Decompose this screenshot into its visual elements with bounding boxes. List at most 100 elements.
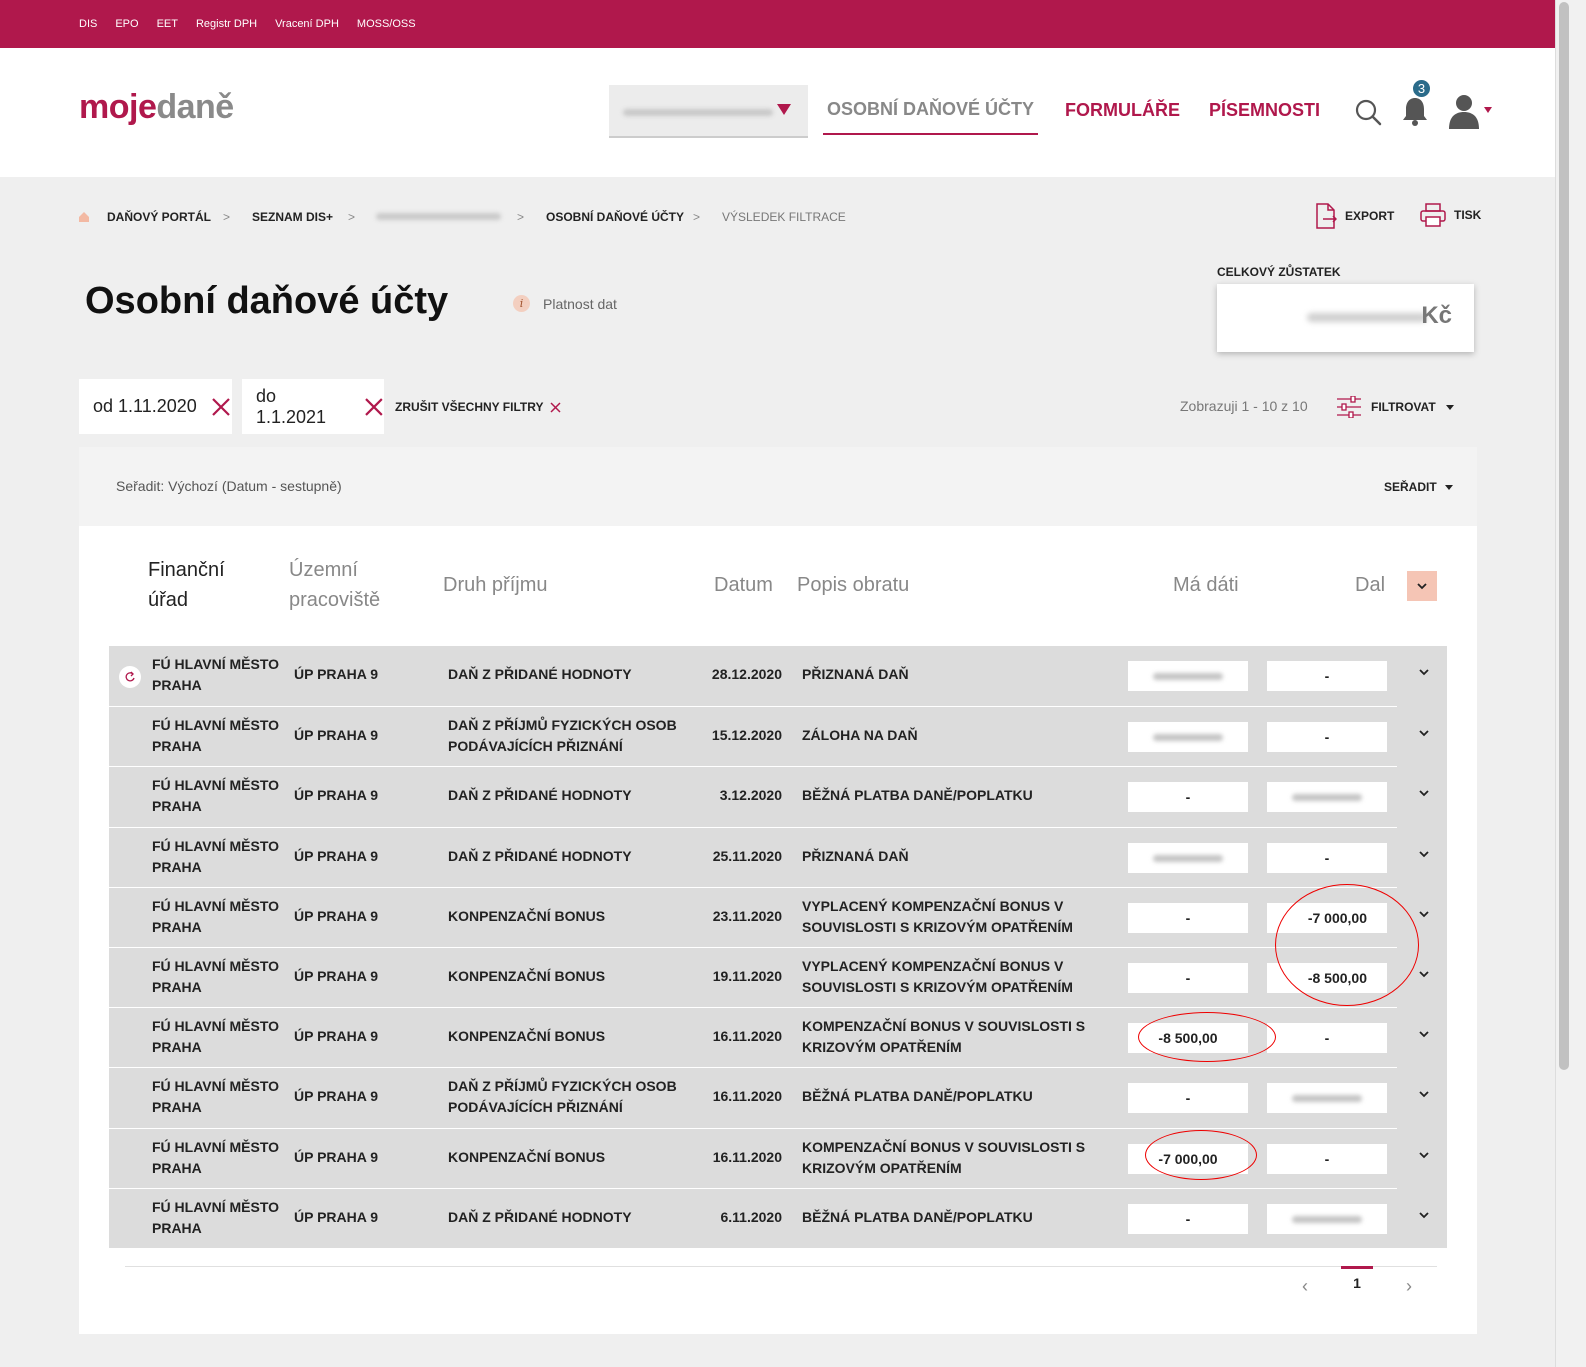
pagination-prev-button[interactable]: ‹ <box>1302 1276 1308 1297</box>
breadcrumb-osobni-danove-ucty[interactable]: OSOBNÍ DAŇOVÉ ÚČTY <box>546 210 684 224</box>
table-row[interactable]: FÚ HLAVNÍ MĚSTO PRAHA ÚP PRAHA 9 DAŇ Z PŘÍJ… <box>109 1067 1429 1127</box>
breadcrumb-danovy-portal[interactable]: DAŇOVÝ PORTÁL <box>107 210 211 224</box>
table-row[interactable]: FÚ HLAVNÍ MĚSTO PRAHA ÚP PRAHA 9 KONPENZAČN… <box>109 1128 1429 1188</box>
cell-description: ZÁLOHA NA DAŇ <box>802 725 918 746</box>
home-icon[interactable] <box>78 211 90 223</box>
table-row[interactable]: FÚ HLAVNÍ MĚSTO PRAHA ÚP PRAHA 9 DAŇ Z PŘID… <box>109 827 1429 887</box>
table-row[interactable]: FÚ HLAVNÍ MĚSTO PRAHA ÚP PRAHA 9 KONPENZAČN… <box>109 887 1429 947</box>
search-icon[interactable] <box>1354 98 1382 126</box>
chevron-down-icon[interactable] <box>1419 970 1429 978</box>
top-link-eet[interactable]: EET <box>157 18 178 30</box>
cell-income-type: KONPENZAČNÍ BONUS <box>448 906 605 927</box>
col-header-date[interactable]: Datum <box>714 570 773 600</box>
chevron-down-icon[interactable] <box>1419 1211 1429 1219</box>
redacted-amount <box>1292 793 1362 801</box>
chevron-down-icon[interactable] <box>1419 729 1429 737</box>
col-header-income-type[interactable]: Druh příjmu <box>443 570 547 600</box>
cell-workplace: ÚP PRAHA 9 <box>294 727 379 743</box>
breadcrumb-redacted-subject[interactable] <box>376 213 501 220</box>
chevron-down-icon[interactable] <box>1419 850 1429 858</box>
col-header-office[interactable]: Finanční úřad <box>148 555 225 615</box>
chevron-down-icon[interactable] <box>1419 789 1429 797</box>
table-row[interactable]: FÚ HLAVNÍ MĚSTO PRAHA ÚP PRAHA 9 DAŇ Z PŘÍJ… <box>109 706 1429 766</box>
table-row[interactable]: FÚ HLAVNÍ MĚSTO PRAHA ÚP PRAHA 9 KONPENZAČN… <box>109 947 1429 1007</box>
redacted-amount <box>1292 1215 1362 1223</box>
close-icon[interactable] <box>211 397 231 417</box>
top-link-moss-oss[interactable]: MOSS/OSS <box>357 18 416 30</box>
subject-select[interactable] <box>609 85 808 138</box>
col-header-description[interactable]: Popis obratu <box>797 570 909 600</box>
user-icon[interactable] <box>1447 93 1493 129</box>
filter-button[interactable]: FILTROVAT <box>1337 396 1454 418</box>
logo-part-1: moje <box>79 88 157 126</box>
nav-pisemnosti[interactable]: PÍSEMNOSTI <box>1209 85 1320 135</box>
cell-date: 16.11.2020 <box>712 1088 782 1104</box>
col-header-credit[interactable]: Dal <box>1355 570 1385 600</box>
cell-debit: - <box>1128 903 1248 933</box>
cell-description: PŘIZNANÁ DAŇ <box>802 664 909 685</box>
nav-formulare[interactable]: FORMULÁŘE <box>1065 85 1180 135</box>
clear-all-filters-label: ZRUŠIT VŠECHNY FILTRY <box>395 400 544 414</box>
cell-debit <box>1128 722 1248 752</box>
cell-office: FÚ HLAVNÍ MĚSTO PRAHA <box>152 956 279 998</box>
data-validity[interactable]: i Platnost dat <box>513 295 617 312</box>
table-row[interactable]: FÚ HLAVNÍ MĚSTO PRAHA ÚP PRAHA 9 DAŇ Z PŘID… <box>109 646 1429 706</box>
cell-office-line: FÚ HLAVNÍ MĚSTO <box>152 958 280 974</box>
export-label: EXPORT <box>1345 209 1395 223</box>
table-row[interactable]: FÚ HLAVNÍ MĚSTO PRAHA ÚP PRAHA 9 KONPENZAČN… <box>109 1007 1429 1067</box>
top-link-dis[interactable]: DIS <box>79 18 97 30</box>
cell-income-type-line: KONPENZAČNÍ BONUS <box>448 1028 606 1044</box>
cell-description: BĚŽNÁ PLATBA DANĚ/POPLATKU <box>802 785 1033 806</box>
top-link-epo[interactable]: EPO <box>115 18 138 30</box>
bell-icon[interactable] <box>1402 96 1428 126</box>
cell-workplace: ÚP PRAHA 9 <box>294 908 379 924</box>
expand-all-button[interactable] <box>1407 571 1437 601</box>
col-header-workplace[interactable]: Územní pracoviště <box>289 555 380 615</box>
cell-debit: -7 000,00 <box>1128 1144 1248 1174</box>
cell-office-line: PRAHA <box>152 859 202 875</box>
cell-workplace: ÚP PRAHA 9 <box>294 1088 379 1104</box>
col-header-debit[interactable]: Má dáti <box>1173 570 1239 600</box>
cell-credit: - <box>1267 1144 1387 1174</box>
col-header-workplace-line2: pracoviště <box>289 589 381 611</box>
refresh-icon[interactable] <box>119 666 141 688</box>
table-row[interactable]: FÚ HLAVNÍ MĚSTO PRAHA ÚP PRAHA 9 DAŇ Z PŘID… <box>109 1188 1429 1248</box>
cell-credit: - <box>1267 843 1387 873</box>
print-button[interactable]: TISK <box>1420 203 1481 227</box>
cell-date: 6.11.2020 <box>720 1209 782 1225</box>
logo-part-2: daně <box>156 88 234 126</box>
cell-income-type-line: DAŇ Z PŘÍJMŮ FYZICKÝCH OSOB <box>448 1078 677 1094</box>
cell-office: FÚ HLAVNÍ MĚSTO PRAHA <box>152 1197 279 1239</box>
cell-description-line: KRIZOVÝM OPATŘENÍM <box>802 1039 962 1055</box>
top-link-registr-dph[interactable]: Registr DPH <box>196 18 257 30</box>
cell-description-line: BĚŽNÁ PLATBA DANĚ/POPLATKU <box>802 1088 1033 1104</box>
pagination-next-button[interactable]: › <box>1406 1276 1412 1297</box>
scrollbar-thumb[interactable] <box>1559 2 1569 1070</box>
cell-description-line: PŘIZNANÁ DAŇ <box>802 666 909 682</box>
chevron-down-icon[interactable] <box>1419 668 1429 676</box>
clear-all-filters-button[interactable]: ZRUŠIT VŠECHNY FILTRY <box>395 400 561 414</box>
cell-workplace: ÚP PRAHA 9 <box>294 968 379 984</box>
cell-credit: - <box>1267 661 1387 691</box>
cell-date: 19.11.2020 <box>712 968 782 984</box>
close-icon[interactable] <box>364 397 384 417</box>
export-button[interactable]: EXPORT <box>1315 203 1394 229</box>
chevron-down-icon[interactable] <box>1419 1030 1429 1038</box>
cell-debit: -8 500,00 <box>1128 1023 1248 1053</box>
chevron-down-icon[interactable] <box>1419 910 1429 918</box>
logo[interactable]: mojedaně <box>79 88 234 127</box>
cell-date: 25.11.2020 <box>712 848 782 864</box>
cell-income-type-line: PODÁVAJÍCÍCH PŘIZNÁNÍ <box>448 1099 623 1115</box>
filter-chip-from-label: od 1.11.2020 <box>93 396 197 416</box>
cell-debit: - <box>1128 782 1248 812</box>
sort-button[interactable]: SEŘADIT <box>1384 480 1454 494</box>
nav-osobni-danove-ucty[interactable]: OSOBNÍ DAŇOVÉ ÚČTY <box>823 85 1038 135</box>
pagination-page-1[interactable]: 1 <box>1341 1266 1373 1296</box>
cell-office-line: FÚ HLAVNÍ MĚSTO <box>152 838 280 854</box>
top-link-vraceni-dph[interactable]: Vracení DPH <box>275 18 339 30</box>
chevron-down-icon[interactable] <box>1419 1090 1429 1098</box>
table-row[interactable]: FÚ HLAVNÍ MĚSTO PRAHA ÚP PRAHA 9 DAŇ Z PŘID… <box>109 766 1429 826</box>
cell-office: FÚ HLAVNÍ MĚSTO PRAHA <box>152 1016 279 1058</box>
breadcrumb-seznam-dis[interactable]: SEZNAM DIS+ <box>252 210 333 224</box>
chevron-down-icon[interactable] <box>1419 1151 1429 1159</box>
